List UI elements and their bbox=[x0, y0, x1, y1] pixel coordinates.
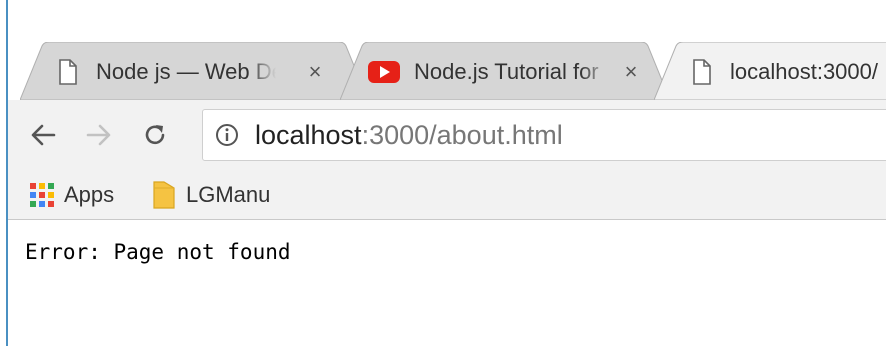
bookmark-lgmanu[interactable]: LGManu bbox=[152, 180, 270, 210]
tab-nodejs-tutorial[interactable]: Node.js Tutorial for × bbox=[340, 42, 670, 100]
close-icon[interactable]: × bbox=[302, 59, 328, 85]
url-host: localhost bbox=[255, 120, 362, 150]
url-path: :3000/about.html bbox=[361, 120, 563, 150]
forward-button[interactable] bbox=[82, 118, 116, 152]
browser-toolbar: localhost:3000/about.html bbox=[8, 100, 886, 172]
bookmark-label: LGManu bbox=[186, 182, 271, 207]
youtube-icon bbox=[368, 60, 400, 84]
bookmark-apps[interactable]: Apps bbox=[30, 180, 114, 210]
tab-localhost[interactable]: localhost:3000/ bbox=[654, 42, 886, 100]
tab-title: Node js — Web Dev bbox=[96, 59, 276, 84]
forward-arrow-icon bbox=[86, 124, 111, 146]
back-arrow-icon bbox=[31, 124, 56, 146]
reload-icon bbox=[145, 125, 165, 145]
tab-title: Node.js Tutorial for bbox=[414, 59, 599, 84]
reload-button[interactable] bbox=[138, 118, 172, 152]
url-text[interactable]: localhost:3000/about.html bbox=[255, 119, 563, 151]
back-button[interactable] bbox=[26, 118, 60, 152]
tab-node-js-web-dev[interactable]: Node js — Web Dev × bbox=[20, 42, 368, 100]
apps-grid-icon bbox=[30, 183, 54, 207]
bookmark-label: Apps bbox=[64, 182, 115, 207]
address-bar[interactable]: localhost:3000/about.html bbox=[202, 109, 886, 161]
info-icon[interactable] bbox=[215, 123, 239, 147]
page-icon bbox=[692, 59, 712, 85]
page-icon bbox=[58, 59, 78, 85]
tab-title: localhost:3000/ bbox=[730, 59, 878, 84]
close-icon[interactable]: × bbox=[618, 59, 644, 85]
error-message: Error: Page not found bbox=[25, 240, 291, 264]
folder-icon bbox=[153, 181, 175, 209]
bookmarks-bar: Apps LGManu bbox=[8, 172, 886, 220]
